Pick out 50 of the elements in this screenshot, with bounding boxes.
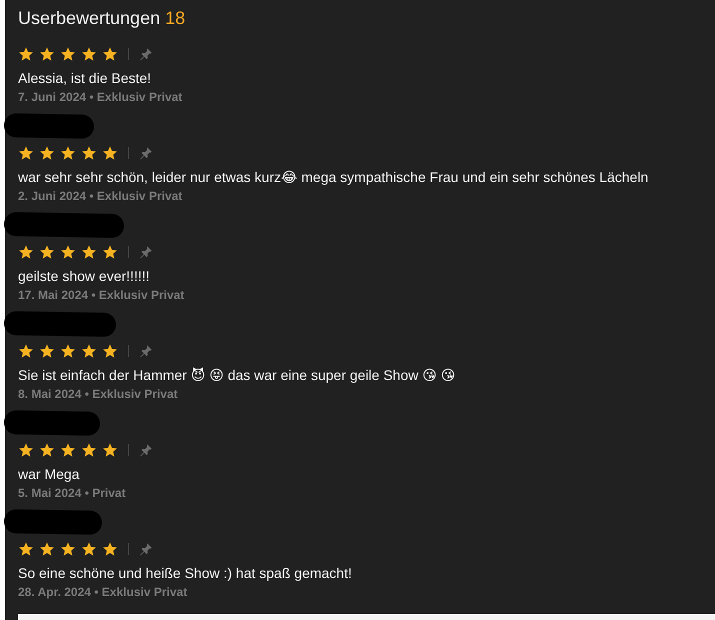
review-text: Sie ist einfach der Hammer 😈 😝 das war eine super geile Show 😘 😘: [18, 366, 456, 385]
review-meta: 8. Mai 2024 • Exklusiv Privat: [18, 386, 178, 403]
review-meta: 28. Apr. 2024 • Exklusiv Privat: [18, 584, 188, 601]
star-icon: [81, 343, 97, 359]
star-icon: [81, 442, 97, 458]
star-icon: [81, 244, 97, 260]
star-icon: [102, 46, 118, 62]
pin-icon[interactable]: [139, 443, 153, 457]
section-title: Userbewertungen: [18, 8, 160, 29]
star-icon: [60, 145, 76, 161]
review-meta: 5. Mai 2024 • Privat: [18, 485, 126, 502]
star-icon: [60, 343, 76, 359]
pin-icon[interactable]: [139, 542, 153, 556]
pin-icon[interactable]: [139, 47, 153, 61]
star-icon: [102, 244, 118, 260]
star-icon: [18, 442, 34, 458]
review-meta: 7. Juni 2024 • Exklusiv Privat: [18, 89, 182, 106]
star-icon: [39, 244, 55, 260]
review-count: 18: [165, 8, 186, 29]
star-icon: [60, 442, 76, 458]
pin-icon[interactable]: [139, 245, 153, 259]
star-icon: [18, 46, 34, 62]
review-meta: 17. Mai 2024 • Exklusiv Privat: [18, 287, 184, 304]
star-icon: [39, 541, 55, 557]
review-text: So eine schöne und heiße Show :) hat spaß gemacht!: [18, 564, 353, 583]
star-icon: [39, 145, 55, 161]
star-icon: [102, 343, 118, 359]
star-icon: [39, 442, 55, 458]
star-icon: [81, 145, 97, 161]
review-text: geilste show ever!!!!!!: [18, 267, 151, 286]
star-icon: [60, 541, 76, 557]
star-icon: [18, 541, 34, 557]
star-icon: [18, 244, 34, 260]
star-icon: [81, 46, 97, 62]
review-text: war Mega: [18, 465, 80, 484]
star-icon: [102, 145, 118, 161]
review-text: war sehr sehr schön, leider nur etwas kurz😂 mega sympathische Frau und ein sehr schönes Lächeln: [18, 168, 650, 187]
star-icon: [60, 244, 76, 260]
pin-icon[interactable]: [139, 146, 153, 160]
star-icon: [18, 145, 34, 161]
star-icon: [81, 541, 97, 557]
star-icon: [102, 541, 118, 557]
review-text: Alessia, ist die Beste!: [18, 69, 152, 88]
review-meta: 2. Juni 2024 • Exklusiv Privat: [18, 188, 182, 205]
star-icon: [60, 46, 76, 62]
pin-icon[interactable]: [139, 344, 153, 358]
star-icon: [102, 442, 118, 458]
star-icon: [39, 46, 55, 62]
star-icon: [39, 343, 55, 359]
star-icon: [18, 343, 34, 359]
